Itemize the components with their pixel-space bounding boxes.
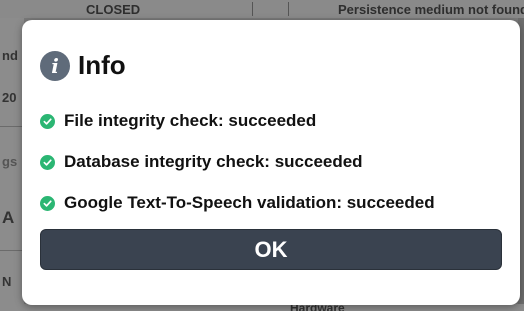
divider [0,126,24,127]
check-results-list: File integrity check: succeeded Database… [40,111,435,234]
background-fragment: nd [2,48,18,63]
check-result-item: Database integrity check: succeeded [40,152,435,172]
dialog-title: Info [78,50,126,80]
background-status-closed: CLOSED [86,2,141,17]
screen: CLOSED Persistence medium not found nd 2… [0,0,524,311]
background-fragment: N [2,274,12,289]
info-icon: i [40,50,70,81]
background-fragment: gs [2,154,18,169]
check-circle-icon [40,195,55,211]
background-status-message: Persistence medium not found [338,2,524,17]
check-circle-icon [40,113,55,129]
background-fragment: A [2,208,15,227]
background-status-bar: CLOSED Persistence medium not found [0,0,524,18]
check-result-item: Google Text-To-Speech validation: succee… [40,193,435,213]
divider [288,2,289,16]
info-dialog: i Info File integrity check: succeeded D… [22,20,520,305]
background-bottom-bar: Hardware [0,301,524,311]
check-result-text: File integrity check: succeeded [64,111,317,130]
check-circle-icon [40,154,55,170]
divider [0,250,24,251]
ok-button[interactable]: OK [40,229,502,270]
background-fragment: 20 [2,90,17,105]
check-result-text: Database integrity check: succeeded [64,152,363,171]
check-result-item: File integrity check: succeeded [40,111,435,131]
dialog-header: i Info [40,50,126,81]
background-left-panel: nd 20 gs A N [0,18,24,311]
divider [252,2,253,16]
check-result-text: Google Text-To-Speech validation: succee… [64,193,435,212]
